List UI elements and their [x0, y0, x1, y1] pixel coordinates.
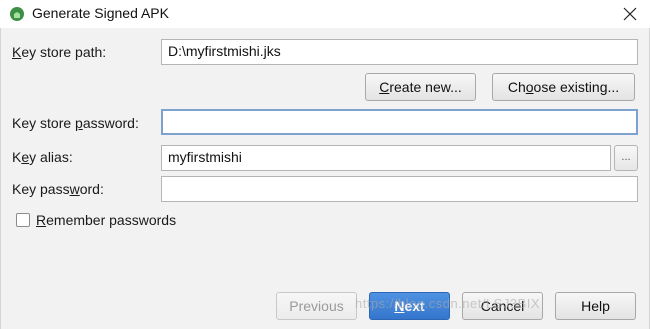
key-alias-field[interactable]: myfirstmishi — [161, 145, 611, 171]
next-button[interactable]: Next — [369, 292, 450, 320]
key-store-password-label: Key store password: — [12, 115, 139, 131]
create-new-button[interactable]: Create new... — [365, 73, 476, 101]
android-studio-icon — [10, 7, 24, 21]
remember-passwords-checkbox[interactable] — [16, 213, 30, 227]
key-password-label: Key password: — [12, 181, 104, 197]
cancel-button[interactable]: Cancel — [462, 292, 543, 320]
close-icon — [623, 7, 637, 21]
title-bar: Generate Signed APK — [0, 0, 650, 28]
previous-button[interactable]: Previous — [276, 292, 357, 320]
key-password-field[interactable] — [161, 176, 638, 202]
key-store-path-label: Key store path: — [12, 44, 107, 60]
window-title: Generate Signed APK — [32, 5, 169, 21]
help-button[interactable]: Help — [555, 292, 636, 320]
key-store-password-field[interactable] — [161, 109, 638, 135]
key-store-path-field[interactable]: D:\myfirstmishi.jks — [161, 39, 638, 65]
dialog-content: Key store path: D:\myfirstmishi.jks Crea… — [0, 28, 650, 329]
key-alias-browse-button[interactable]: ... — [614, 145, 638, 171]
choose-existing-button[interactable]: Choose existing... — [492, 73, 635, 101]
remember-passwords-label[interactable]: Remember passwords — [36, 212, 176, 228]
close-button[interactable] — [616, 2, 644, 26]
key-alias-label: Key alias: — [12, 149, 73, 165]
